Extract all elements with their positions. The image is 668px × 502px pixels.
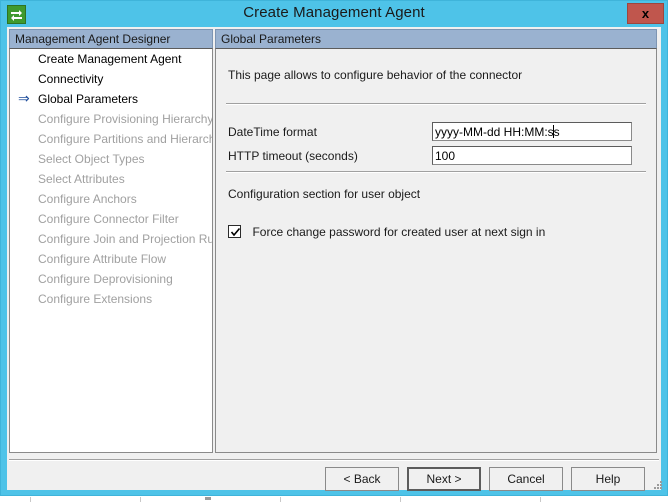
wizard-steps-pane: Management Agent Designer Create Managem… xyxy=(9,29,213,453)
wizard-step-5[interactable]: Select Object Types xyxy=(10,149,212,169)
wizard-step-0[interactable]: Create Management Agent xyxy=(10,49,212,69)
taskbar-tick xyxy=(540,497,541,502)
page-header: Global Parameters xyxy=(215,29,657,48)
wizard-step-label: Global Parameters xyxy=(38,92,138,106)
wizard-step-label: Configure Connector Filter xyxy=(38,212,179,226)
wizard-step-label: Configure Extensions xyxy=(38,292,152,306)
force-change-password-checkbox[interactable] xyxy=(228,225,241,238)
wizard-step-label: Select Object Types xyxy=(38,152,145,166)
wizard-step-label: Connectivity xyxy=(38,72,103,86)
cancel-button[interactable]: Cancel xyxy=(489,467,563,491)
wizard-step-label: Configure Join and Projection Rules xyxy=(38,232,213,246)
taskbar-tick xyxy=(140,497,141,502)
resize-grip[interactable] xyxy=(650,479,664,493)
close-icon[interactable]: x xyxy=(627,3,664,24)
checkmark-icon xyxy=(230,227,241,238)
user-object-section-title: Configuration section for user object xyxy=(228,187,420,201)
help-button[interactable]: Help xyxy=(571,467,645,491)
wizard-step-label: Configure Provisioning Hierarchy xyxy=(38,112,213,126)
current-step-arrow-icon: ⇒ xyxy=(18,89,34,109)
http-timeout-label: HTTP timeout (seconds) xyxy=(228,149,358,163)
datetime-format-input[interactable] xyxy=(432,122,632,141)
page-pane: Global Parameters This page allows to co… xyxy=(215,29,657,453)
taskbar-tick xyxy=(280,497,281,502)
dialog-client: Management Agent Designer Create Managem… xyxy=(7,27,661,490)
wizard-step-3[interactable]: Configure Provisioning Hierarchy xyxy=(10,109,212,129)
divider-bottom xyxy=(226,171,646,173)
wizard-step-label: Configure Partitions and Hierarchies xyxy=(38,132,213,146)
taskbar-tick xyxy=(30,497,31,502)
force-change-password-label: Force change password for created user a… xyxy=(252,225,545,239)
wizard-step-label: Configure Deprovisioning xyxy=(38,272,173,286)
back-button[interactable]: < Back xyxy=(325,467,399,491)
wizard-step-10[interactable]: Configure Attribute Flow xyxy=(10,249,212,269)
window-title: Create Management Agent xyxy=(1,4,667,21)
dialog-window: Create Management Agent x Management Age… xyxy=(0,0,668,496)
force-change-password-row[interactable]: Force change password for created user a… xyxy=(228,223,545,239)
wizard-step-label: Configure Attribute Flow xyxy=(38,252,166,266)
wizard-steps-header: Management Agent Designer xyxy=(9,29,213,48)
page-body: This page allows to configure behavior o… xyxy=(215,48,657,453)
wizard-step-8[interactable]: Configure Connector Filter xyxy=(10,209,212,229)
wizard-step-label: Create Management Agent xyxy=(38,52,181,66)
wizard-step-label: Select Attributes xyxy=(38,172,125,186)
http-timeout-input[interactable] xyxy=(432,146,632,165)
wizard-step-2[interactable]: ⇒ Global Parameters xyxy=(10,89,212,109)
page-intro-text: This page allows to configure behavior o… xyxy=(228,68,522,82)
wizard-steps-list[interactable]: Create Management Agent Connectivity ⇒ Glob… xyxy=(9,48,213,453)
wizard-step-9[interactable]: Configure Join and Projection Rules xyxy=(10,229,212,249)
dialog-footer: < Back Next > Cancel Help xyxy=(7,460,661,490)
wizard-step-11[interactable]: Configure Deprovisioning xyxy=(10,269,212,289)
next-button[interactable]: Next > xyxy=(407,467,481,491)
wizard-step-1[interactable]: Connectivity xyxy=(10,69,212,89)
datetime-format-label: DateTime format xyxy=(228,125,317,139)
title-bar: Create Management Agent x xyxy=(1,1,667,27)
wizard-step-4[interactable]: Configure Partitions and Hierarchies xyxy=(10,129,212,149)
text-caret xyxy=(553,125,554,138)
taskbar-nub xyxy=(205,497,211,500)
desktop-background xyxy=(0,496,668,502)
wizard-step-7[interactable]: Configure Anchors xyxy=(10,189,212,209)
divider-top xyxy=(226,103,646,105)
wizard-step-6[interactable]: Select Attributes xyxy=(10,169,212,189)
wizard-step-label: Configure Anchors xyxy=(38,192,137,206)
wizard-step-12[interactable]: Configure Extensions xyxy=(10,289,212,309)
taskbar-tick xyxy=(400,497,401,502)
